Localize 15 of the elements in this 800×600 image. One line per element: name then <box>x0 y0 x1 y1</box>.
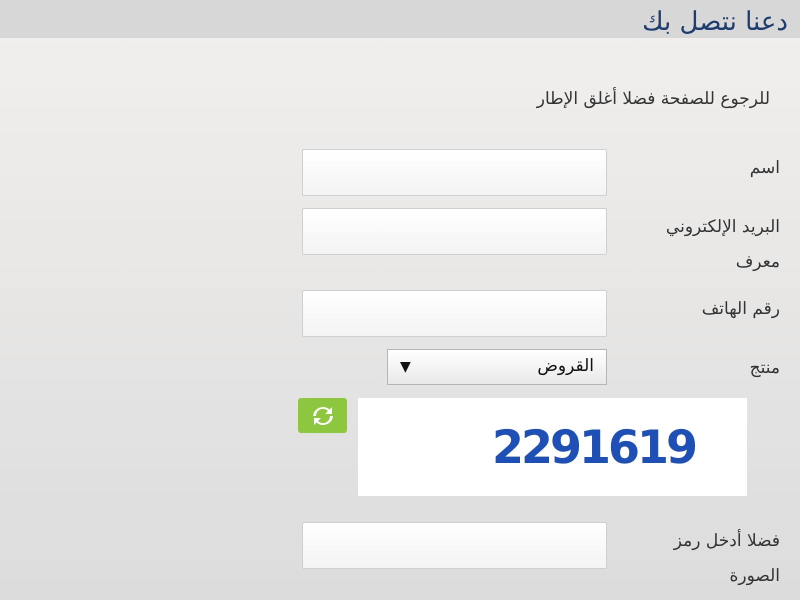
input-field[interactable] <box>302 522 607 569</box>
intro-text: للرجوع للصفحة فضلا أغلق الإطار <box>536 89 770 109</box>
refresh-icon <box>312 404 334 426</box>
field-label: فضلا أدخل رمز الصورة <box>672 528 780 588</box>
captcha-code: 2291619 <box>491 424 696 470</box>
product-dropdown[interactable]: القروض ▼ <box>387 349 607 385</box>
field-label: رقم الهاتف <box>700 298 780 321</box>
input-field[interactable] <box>302 208 607 255</box>
field-label: البريد الإلكتروني معرف <box>664 216 780 274</box>
input-field[interactable] <box>302 149 607 196</box>
refresh-button[interactable] <box>298 398 347 433</box>
field-label: اسم <box>748 157 780 180</box>
input-field[interactable] <box>302 290 607 337</box>
page-title: دعنا نتصل بك <box>642 6 788 38</box>
field-label: منتج <box>748 357 780 380</box>
